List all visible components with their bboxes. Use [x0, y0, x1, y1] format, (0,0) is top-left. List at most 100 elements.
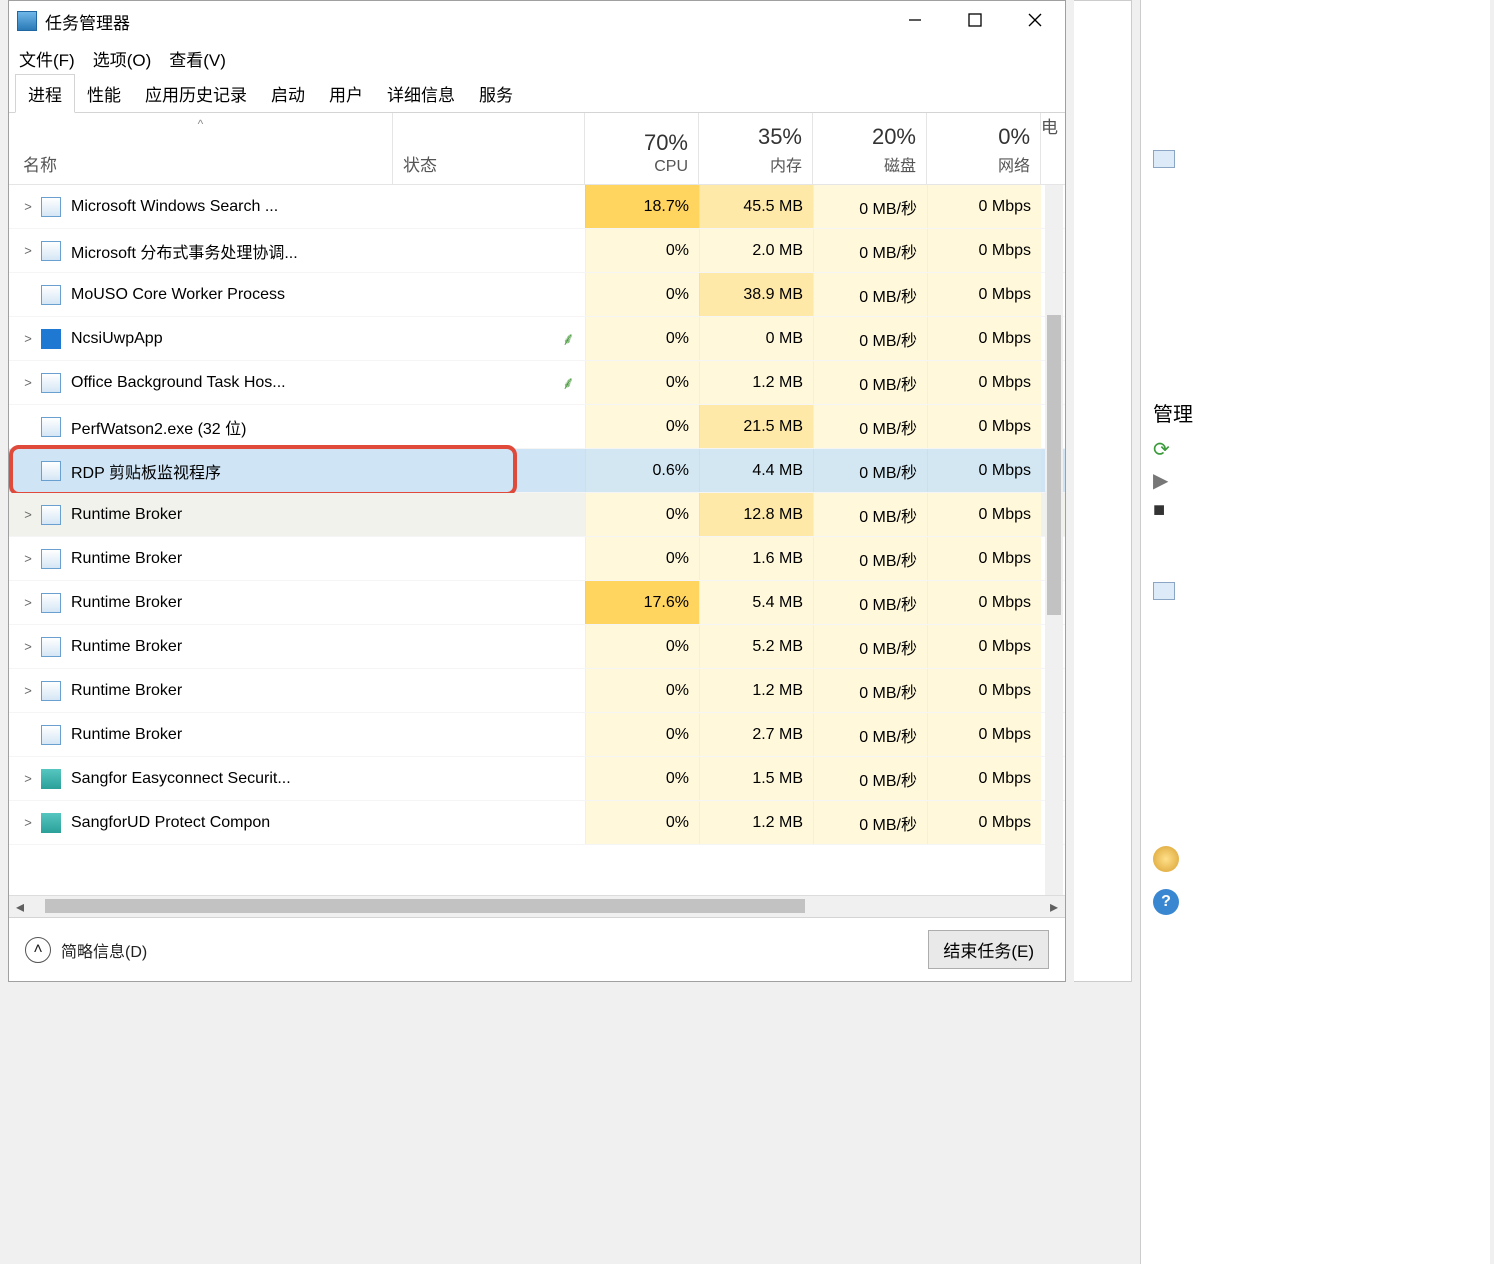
fewer-details-button[interactable]: ˄ 简略信息(D)	[25, 937, 147, 963]
process-name-cell[interactable]: >Runtime Broker	[9, 505, 393, 525]
column-header-disk[interactable]: 20% 磁盘	[813, 113, 927, 184]
process-name-cell[interactable]: MoUSO Core Worker Process	[9, 285, 393, 305]
process-mem-cell: 5.2 MB	[699, 625, 813, 668]
table-row[interactable]: MoUSO Core Worker Process0%38.9 MB0 MB/秒…	[9, 273, 1065, 317]
column-header-extra[interactable]: 电	[1041, 113, 1061, 184]
process-name-cell[interactable]: >Runtime Broker	[9, 637, 393, 657]
process-name-cell[interactable]: >Runtime Broker	[9, 593, 393, 613]
process-cpu-cell: 0%	[585, 361, 699, 404]
expand-chevron-icon[interactable]: >	[15, 375, 41, 390]
table-row[interactable]: RDP 剪贴板监视程序0.6%4.4 MB0 MB/秒0 Mbps	[9, 449, 1065, 493]
process-net-cell: 0 Mbps	[927, 405, 1041, 448]
expand-chevron-icon[interactable]: >	[15, 243, 41, 258]
tab-app-history[interactable]: 应用历史记录	[133, 75, 259, 112]
minimize-button[interactable]	[885, 1, 945, 39]
process-name-cell[interactable]: >Office Background Task Hos...	[9, 373, 393, 393]
vertical-scroll-thumb[interactable]	[1047, 315, 1061, 615]
table-row[interactable]: >Runtime Broker0%12.8 MB0 MB/秒0 Mbps	[9, 493, 1065, 537]
table-row[interactable]: >Runtime Broker0%1.6 MB0 MB/秒0 Mbps	[9, 537, 1065, 581]
tab-performance[interactable]: 性能	[75, 75, 133, 112]
process-name-cell[interactable]: >NcsiUwpApp	[9, 329, 393, 349]
process-name-cell[interactable]: >Runtime Broker	[9, 681, 393, 701]
table-row[interactable]: >Runtime Broker0%5.2 MB0 MB/秒0 Mbps	[9, 625, 1065, 669]
expand-chevron-icon[interactable]: >	[15, 199, 41, 214]
vertical-scrollbar[interactable]	[1045, 185, 1063, 895]
menu-file[interactable]: 文件(F)	[19, 46, 75, 71]
scroll-right-icon[interactable]: ▸	[1043, 896, 1065, 918]
expand-chevron-icon[interactable]: >	[15, 331, 41, 346]
expand-chevron-icon[interactable]: >	[15, 815, 41, 830]
expand-chevron-icon[interactable]: >	[15, 507, 41, 522]
expand-chevron-icon[interactable]: >	[15, 771, 41, 786]
chevron-up-icon: ˄	[25, 937, 51, 963]
table-row[interactable]: >NcsiUwpApp⸙0%0 MB0 MB/秒0 Mbps	[9, 317, 1065, 361]
process-name-cell[interactable]: >SangforUD Protect Compon	[9, 813, 393, 833]
gear-icon[interactable]	[1153, 846, 1179, 872]
window-thumb-icon[interactable]	[1153, 150, 1175, 168]
column-header-cpu[interactable]: 70% CPU	[585, 113, 699, 184]
side-panel: 管理 ⟳ ▶ ■ ?	[1140, 0, 1490, 1264]
process-cpu-cell: 0%	[585, 317, 699, 360]
process-status-cell: ⸙	[393, 327, 585, 351]
tab-users[interactable]: 用户	[317, 75, 375, 112]
column-headers: ^ 名称 状态 70% CPU 35% 内存 20% 磁盘 0% 网络 电	[9, 113, 1065, 185]
table-row[interactable]: Runtime Broker0%2.7 MB0 MB/秒0 Mbps	[9, 713, 1065, 757]
expand-chevron-icon[interactable]: >	[15, 595, 41, 610]
table-row[interactable]: >Sangfor Easyconnect Securit...0%1.5 MB0…	[9, 757, 1065, 801]
process-icon	[41, 417, 61, 437]
process-cpu-cell: 0%	[585, 273, 699, 316]
process-icon	[41, 549, 61, 569]
process-name-cell[interactable]: PerfWatson2.exe (32 位)	[9, 415, 393, 439]
process-name-cell[interactable]: >Microsoft 分布式事务处理协调...	[9, 239, 393, 263]
expand-chevron-icon[interactable]: >	[15, 551, 41, 566]
column-header-memory[interactable]: 35% 内存	[699, 113, 813, 184]
process-name-cell[interactable]: Runtime Broker	[9, 725, 393, 745]
process-name-cell[interactable]: >Sangfor Easyconnect Securit...	[9, 769, 393, 789]
process-name-cell[interactable]: >Microsoft Windows Search ...	[9, 197, 393, 217]
process-cpu-cell: 0%	[585, 713, 699, 756]
process-mem-cell: 1.2 MB	[699, 801, 813, 844]
scroll-left-icon[interactable]: ◂	[9, 896, 31, 918]
leaf-icon: ⸙	[562, 371, 576, 395]
horizontal-scroll-thumb[interactable]	[45, 899, 805, 913]
menu-options[interactable]: 选项(O)	[93, 46, 152, 71]
menubar: 文件(F) 选项(O) 查看(V)	[9, 41, 1065, 75]
process-disk-cell: 0 MB/秒	[813, 317, 927, 360]
table-row[interactable]: >Microsoft 分布式事务处理协调...0%2.0 MB0 MB/秒0 M…	[9, 229, 1065, 273]
column-header-network[interactable]: 0% 网络	[927, 113, 1041, 184]
table-row[interactable]: >Runtime Broker0%1.2 MB0 MB/秒0 Mbps	[9, 669, 1065, 713]
tab-startup[interactable]: 启动	[259, 75, 317, 112]
globe-window-icon[interactable]	[1153, 582, 1175, 600]
play-icon[interactable]: ▶	[1153, 468, 1490, 493]
expand-chevron-icon[interactable]: >	[15, 683, 41, 698]
process-name-cell[interactable]: >Runtime Broker	[9, 549, 393, 569]
tab-services[interactable]: 服务	[467, 75, 525, 112]
tab-processes[interactable]: 进程	[15, 74, 75, 113]
titlebar[interactable]: 任务管理器	[9, 1, 1065, 41]
column-header-name[interactable]: ^ 名称	[9, 113, 393, 184]
maximize-button[interactable]	[945, 1, 1005, 39]
refresh-icon[interactable]: ⟳	[1153, 437, 1490, 462]
expand-chevron-icon[interactable]: >	[15, 639, 41, 654]
horizontal-scrollbar[interactable]: ◂ ▸	[9, 895, 1065, 917]
table-row[interactable]: >Microsoft Windows Search ...18.7%45.5 M…	[9, 185, 1065, 229]
process-net-cell: 0 Mbps	[927, 713, 1041, 756]
tab-details[interactable]: 详细信息	[375, 75, 467, 112]
close-button[interactable]	[1005, 1, 1065, 39]
column-header-status[interactable]: 状态	[393, 113, 585, 184]
process-cpu-cell: 18.7%	[585, 185, 699, 228]
table-row[interactable]: >Office Background Task Hos...⸙0%1.2 MB0…	[9, 361, 1065, 405]
table-row[interactable]: >Runtime Broker17.6%5.4 MB0 MB/秒0 Mbps	[9, 581, 1065, 625]
horizontal-scroll-track[interactable]	[31, 896, 1043, 917]
table-row[interactable]: PerfWatson2.exe (32 位)0%21.5 MB0 MB/秒0 M…	[9, 405, 1065, 449]
process-cpu-cell: 0%	[585, 625, 699, 668]
help-icon[interactable]: ?	[1153, 889, 1179, 915]
process-net-cell: 0 Mbps	[927, 185, 1041, 228]
process-name-cell[interactable]: RDP 剪贴板监视程序	[9, 459, 393, 483]
process-cpu-cell: 0%	[585, 405, 699, 448]
end-task-button[interactable]: 结束任务(E)	[928, 930, 1049, 969]
process-mem-cell: 4.4 MB	[699, 449, 813, 492]
stop-icon[interactable]: ■	[1153, 499, 1490, 522]
menu-view[interactable]: 查看(V)	[169, 46, 226, 71]
table-row[interactable]: >SangforUD Protect Compon0%1.2 MB0 MB/秒0…	[9, 801, 1065, 845]
